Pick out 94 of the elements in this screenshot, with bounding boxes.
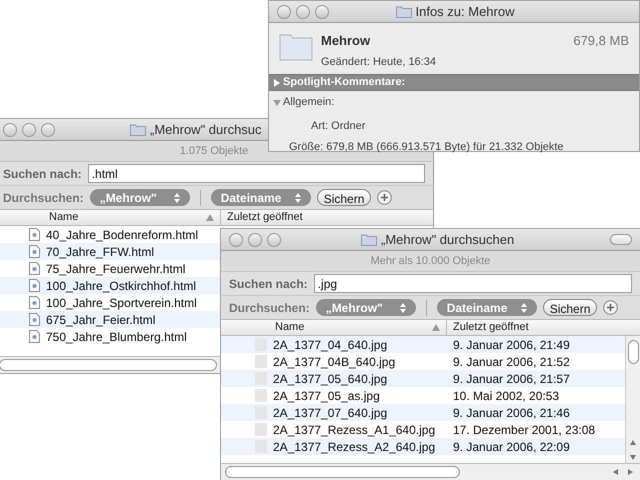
column-header[interactable]: Name [0,210,221,225]
document-icon [29,262,40,275]
date-cell-text: 10. Mai 2002, 20:53 [452,388,560,404]
disclosure-triangle-icon[interactable] [273,98,281,106]
document-icon [29,245,40,258]
thumbnail-placeholder [255,355,267,368]
column-header[interactable]: Name [221,320,447,335]
window-control-icon[interactable] [248,232,262,246]
add-icon[interactable] [377,190,392,205]
file-name: 2A_1377_05_as.jpg [273,388,380,404]
file-name: 40_Jahre_Bodenreform.html [46,226,198,244]
file-name: 675_Jahr_Feier.html [46,312,156,328]
folder-icon [396,5,412,18]
scope-label: Durchsuchen: [229,300,310,316]
date-cell-text: 9. Januar 2006, 21:52 [452,354,570,370]
horizontal-scrollbar[interactable] [0,356,221,373]
save-button[interactable]: Sichern [542,299,598,316]
window-control-icon[interactable] [296,4,310,18]
search-label: Suchen nach: [3,166,82,182]
up-down-arrows-icon [520,302,527,312]
file-name: 70_Jahre_FFW.html [46,244,154,260]
file-name: 2A_1377_04_640.jpg [273,336,388,354]
file-row[interactable]: 675_Jahr_Feier.html [0,311,221,328]
file-row[interactable]: 2A_1377_04_640.jpg 9. Januar 2006, 21:49 [221,336,625,353]
date-cell-text: 9. Januar 2006, 21:46 [452,404,570,422]
document-icon [29,228,40,241]
date-cell-text: 9. Januar 2006, 21:49 [452,336,570,354]
save-button[interactable]: Sichern [316,189,372,206]
window-title: Infos zu: Mehrow [416,2,514,21]
thumbnail-placeholder [255,389,267,402]
window-control-icon[interactable] [22,122,36,136]
document-icon [29,279,40,292]
file-row[interactable]: 2A_1377_07_640.jpg 9. Januar 2006, 21:46 [221,404,625,421]
thumbnail-placeholder [255,440,267,453]
file-name: 2A_1377_04B_640.jpg [273,354,396,370]
search-field[interactable]: .html [88,164,425,183]
document-icon [29,313,40,326]
detail-text: Größe: 679,8 MB (666.913.571 Byte) für 21.332 Objekte [288,140,564,154]
window-control-icon[interactable] [41,122,55,136]
search-field[interactable]: .jpg [314,274,632,293]
up-down-arrows-icon [294,192,301,202]
result-count: Mehr als 10.000 Objekte [370,254,490,269]
folder-icon [130,123,146,136]
file-row[interactable]: 2A_1377_05_640.jpg 9. Januar 2006, 21:57 [221,370,625,387]
window-control-icon[interactable] [315,4,329,18]
file-name: 2A_1377_05_640.jpg [273,370,388,388]
folder-icon [361,233,377,246]
section-header[interactable]: Allgemein: [269,94,639,111]
up-down-arrows-icon [400,302,406,312]
window-title: „Mehrow" durchsuchen [381,230,514,249]
date-cell-text: 9. Januar 2006, 21:57 [452,370,570,388]
date-cell-text: 9. Januar 2006, 22:09 [452,438,570,456]
file-name: 75_Jahre_Feuerwehr.html [46,260,186,278]
file-name: 750_Jahre_Blumberg.html [46,328,187,346]
thumbnail-placeholder [255,406,267,419]
file-name: 100_Jahre_Ostkirchhof.html [46,278,196,294]
scroll-thumb[interactable] [628,340,638,364]
add-icon[interactable] [603,300,618,315]
file-name: 2A_1377_Rezess_A2_640.jpg [273,438,436,456]
thumbnail-placeholder [255,423,267,436]
folder-size: 679,8 MB [573,32,629,50]
scroll-thumb[interactable] [225,466,460,478]
file-name: 100_Jahre_Sportverein.html [46,294,197,312]
window-control-icon[interactable] [3,122,17,136]
thumbnail-placeholder [255,338,267,351]
date-cell-text: 17. Dezember 2001, 23:08 [452,422,596,438]
thumbnail-placeholder [255,372,267,385]
horizontal-scrollbar[interactable] [221,463,640,480]
disclosure-triangle-icon[interactable] [273,78,281,86]
column-header[interactable]: Zuletzt geöffnet [447,320,640,335]
document-icon [29,296,40,309]
file-row[interactable]: 100_Jahre_Ostkirchhof.html [0,277,221,294]
window-control-icon[interactable] [229,232,243,246]
vertical-scrollbar[interactable] [625,336,640,463]
result-count: 1.075 Objekte [180,144,248,159]
sort-ascending-icon [206,214,214,221]
up-down-arrows-icon [174,192,180,202]
modified-date: Geändert: Heute, 16:34 [321,54,437,70]
scroll-thumb[interactable] [0,359,217,371]
window-control-icon[interactable] [277,4,291,18]
window-title: „Mehrow" durchsuc [150,120,262,139]
search-label: Suchen nach: [229,276,308,292]
window-control-icon[interactable] [267,232,281,246]
scope-label: Durchsuchen: [3,190,84,206]
detail-text: Art: Ordner [310,119,366,134]
toolbar-toggle-button[interactable] [610,234,632,245]
file-name: 2A_1377_Rezess_A1_640.jpg [273,422,436,438]
column-header[interactable]: Zuletzt geöffnet [221,210,433,225]
file-name: 2A_1377_07_640.jpg [273,404,388,422]
document-icon [29,330,40,343]
file-row[interactable]: 2A_1377_Rezess_A2_640.jpg 9. Januar 2006, 22:09 [221,438,625,455]
sort-ascending-icon [432,324,440,331]
file-row[interactable]: 70_Jahre_FFW.html [0,243,221,260]
folder-name: Mehrow [321,32,372,50]
